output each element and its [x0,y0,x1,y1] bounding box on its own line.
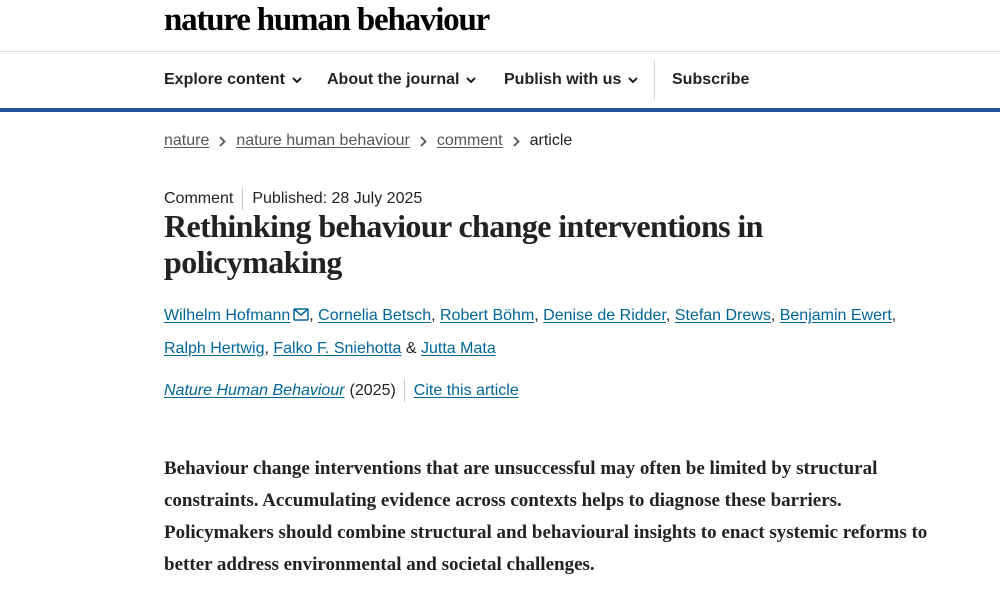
breadcrumb-link-nature[interactable]: nature [164,132,209,150]
author-link[interactable]: Robert Böhm [440,307,534,324]
article-standfirst: Behaviour change interventions that are … [164,458,928,575]
nav-item-label: Explore content [164,71,285,88]
cite-article-link[interactable]: Cite this article [414,382,519,400]
nav-divider [654,60,655,100]
nav-about-journal[interactable]: About the journal [327,52,477,108]
author-link[interactable]: Denise de Ridder [543,307,666,324]
chevron-right-icon [420,135,427,147]
journal-logo[interactable]: nature human behaviour [164,2,490,39]
chevron-down-icon [628,76,639,84]
breadcrumb-current: article [529,132,573,149]
author-link[interactable]: Falko F. Sniehotta [273,340,401,357]
breadcrumb-link-journal[interactable]: nature human behaviour [236,132,409,150]
publication-year: (2025) [349,382,396,399]
article-title: Rethinking behaviour change intervention… [164,208,763,280]
nav-publish-with-us[interactable]: Publish with us [504,52,639,108]
nav-explore-content[interactable]: Explore content [164,52,302,108]
masthead: nature human behaviour [0,0,1000,52]
nav-item-label: Publish with us [504,71,622,88]
nav-item-label: About the journal [327,71,460,88]
author-link[interactable]: Cornelia Betsch [318,307,431,324]
breadcrumb-link-comment[interactable]: comment [437,132,503,150]
mail-icon[interactable] [293,301,310,333]
chevron-down-icon [292,76,302,84]
breadcrumb: nature nature human behaviour comment ar… [164,132,572,150]
author-link[interactable]: Benjamin Ewert [780,307,892,324]
author-link[interactable]: Ralph Hertwig [164,340,264,357]
article-type: Comment [164,190,234,207]
main-nav: Explore content About the journal Publis… [0,52,1000,112]
cite-divider [403,380,405,402]
journal-link[interactable]: Nature Human Behaviour [164,382,345,400]
author-link[interactable]: Wilhelm Hofmann [164,307,290,324]
citation-row: Nature Human Behaviour (2025) Cite this … [164,380,519,402]
author-list: Wilhelm Hofmann, Cornelia Betsch, Robert… [164,300,924,365]
chevron-down-icon [466,76,477,84]
meta-divider [242,188,244,210]
author-link[interactable]: Stefan Drews [675,307,771,324]
article-meta: Comment Published: 28 July 2025 [164,188,422,210]
chevron-right-icon [512,135,520,147]
nav-subscribe[interactable]: Subscribe [672,52,749,108]
chevron-right-icon [219,135,227,147]
publish-date: Published: 28 July 2025 [252,190,423,207]
author-link[interactable]: Jutta Mata [421,340,496,357]
